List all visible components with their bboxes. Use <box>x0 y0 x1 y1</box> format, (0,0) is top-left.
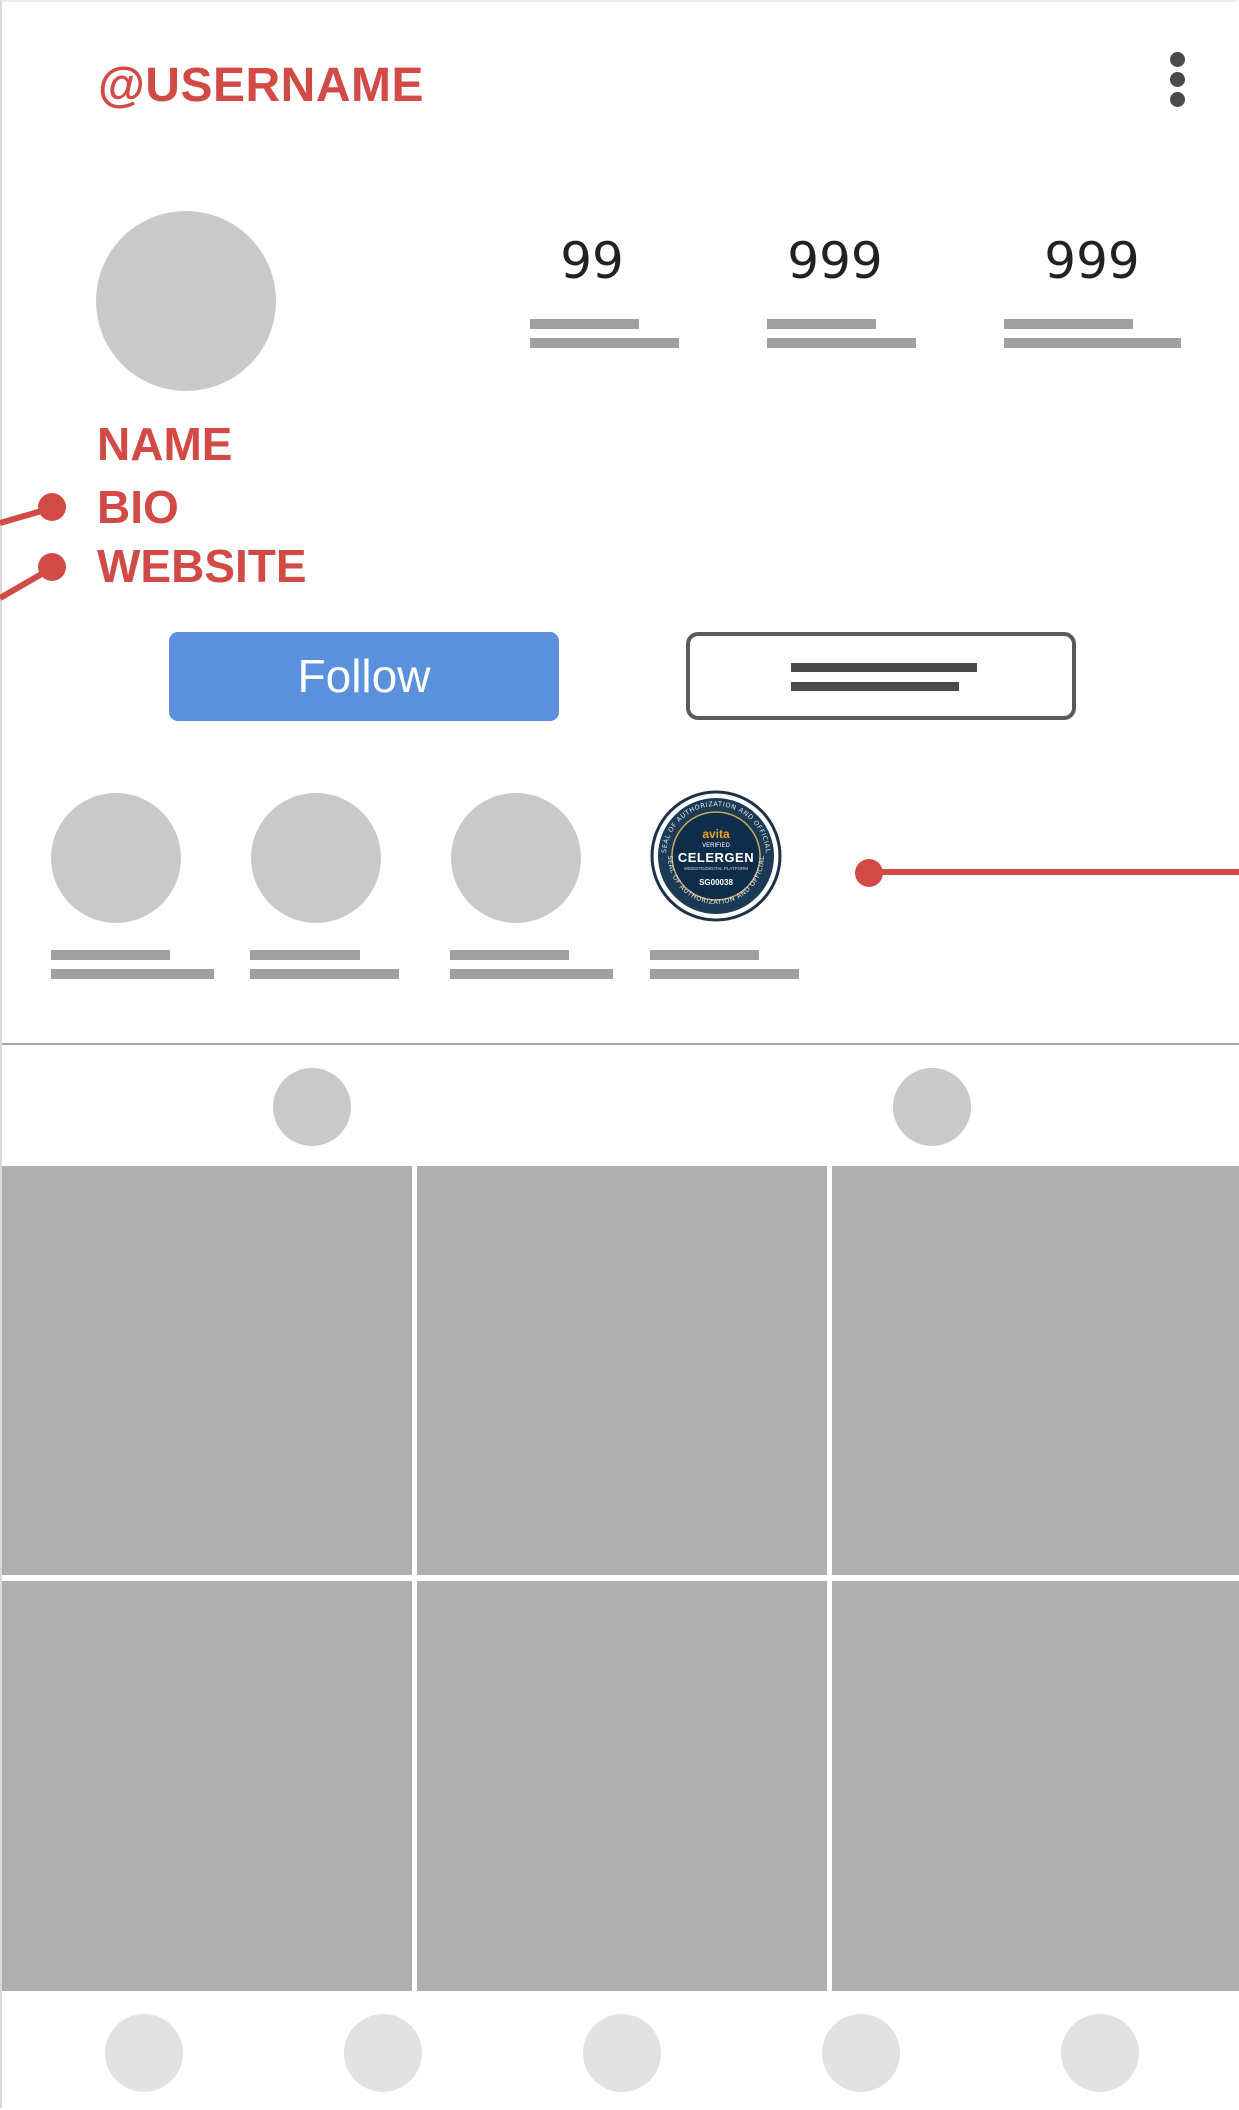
seal-company: CELERGEN <box>678 850 754 865</box>
post-tile[interactable] <box>832 1581 1239 1991</box>
message-button-label-line <box>791 663 977 672</box>
profile-website[interactable]: WEBSITE <box>97 543 307 589</box>
seal-verified: VERIFIED <box>702 843 730 849</box>
highlight-3[interactable] <box>451 793 581 923</box>
stat-following-value: 999 <box>1044 232 1140 290</box>
stat-followers-label-line <box>767 319 876 329</box>
highlight-1-label-line <box>51 950 170 960</box>
website-pointer-dot <box>38 553 66 581</box>
follow-button[interactable]: Follow <box>169 632 559 721</box>
stat-posts-label-line <box>530 319 639 329</box>
tagged-tab-icon[interactable] <box>893 1068 971 1146</box>
highlight-2-label-line <box>250 969 399 979</box>
post-tile[interactable] <box>417 1166 827 1575</box>
post-tile[interactable] <box>417 1581 827 1991</box>
message-button[interactable] <box>686 632 1076 720</box>
verified-seal-highlight[interactable]: SEAL OF AUTHORIZATION AND OFFICIAL SEAL … <box>650 790 782 922</box>
highlight-1-label-line <box>51 969 214 979</box>
bio-pointer-dot <box>38 493 66 521</box>
post-tile[interactable] <box>2 1581 412 1991</box>
highlight-2-label-line <box>250 950 360 960</box>
seal-brand: avita <box>702 827 730 841</box>
stat-following-label-line <box>1004 319 1133 329</box>
add-icon[interactable] <box>583 2014 661 2092</box>
profile-username: @USERNAME <box>98 59 424 112</box>
stat-following-label-line <box>1004 338 1181 348</box>
highlight-1[interactable] <box>51 793 181 923</box>
section-divider <box>2 1043 1239 1045</box>
highlight-3-label-line <box>450 950 569 960</box>
grid-tab-icon[interactable] <box>273 1068 351 1146</box>
activity-icon[interactable] <box>822 2014 900 2092</box>
stat-following[interactable]: 999 <box>1017 236 1167 286</box>
stat-followers-value: 999 <box>787 232 883 290</box>
stat-followers[interactable]: 999 <box>760 236 910 286</box>
more-options-icon[interactable] <box>1165 52 1189 132</box>
highlight-2[interactable] <box>251 793 381 923</box>
seal-code: SG00038 <box>699 878 733 887</box>
stat-posts-value: 99 <box>560 232 624 290</box>
profile-name: NAME <box>97 418 233 470</box>
stat-followers-label-line <box>767 338 916 348</box>
home-icon[interactable] <box>105 2014 183 2092</box>
stat-posts-label-line <box>530 338 679 348</box>
post-tile[interactable] <box>2 1166 412 1575</box>
profile-icon[interactable] <box>1061 2014 1139 2092</box>
message-button-label-line <box>791 682 959 691</box>
highlight-4-label-line <box>650 969 799 979</box>
search-icon[interactable] <box>344 2014 422 2092</box>
highlights-pointer-line <box>869 869 1239 875</box>
highlight-4-label-line <box>650 950 759 960</box>
stat-posts[interactable]: 99 <box>517 236 667 286</box>
highlight-3-label-line <box>450 969 613 979</box>
post-tile[interactable] <box>832 1166 1239 1575</box>
profile-avatar[interactable] <box>96 211 276 391</box>
seal-subtitle: WEBSITE/DIGITAL PLATFORM <box>684 866 748 871</box>
profile-bio: BIO <box>97 481 179 533</box>
